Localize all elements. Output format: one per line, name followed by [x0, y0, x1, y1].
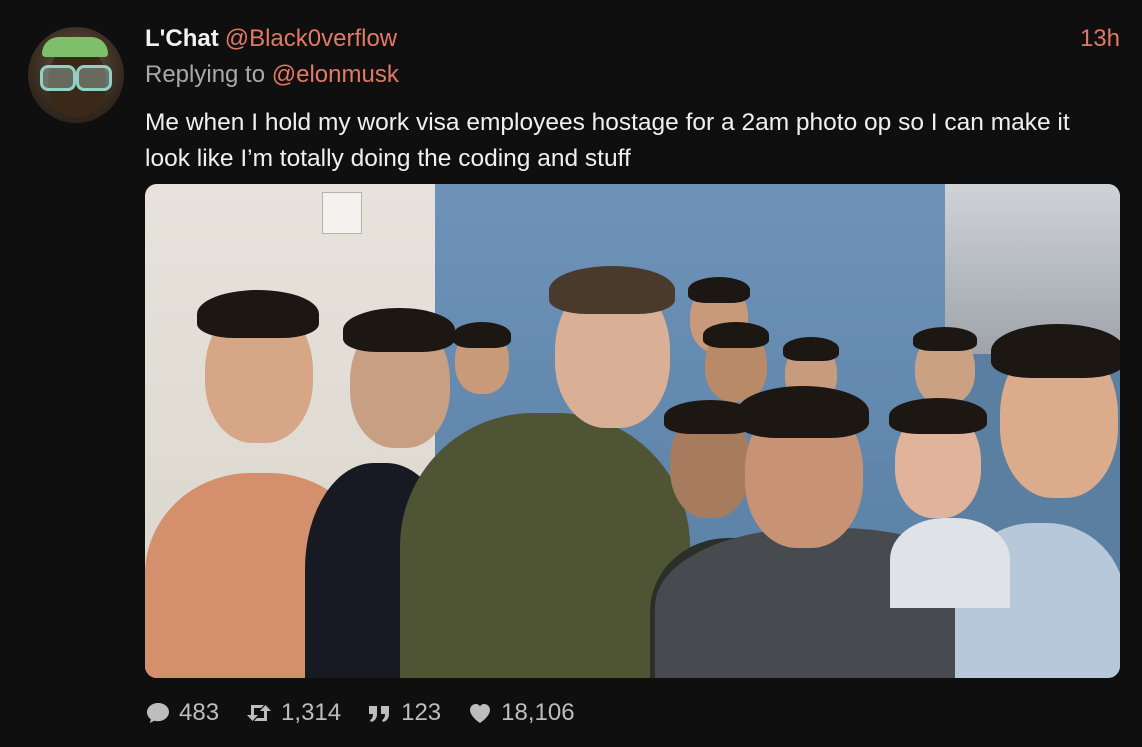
reply-context: Replying to @elonmusk	[145, 60, 399, 90]
post-actions: 483 1,314 123 18,106	[145, 695, 601, 731]
reply-handle-link[interactable]: @elonmusk	[272, 61, 399, 88]
post-body-text: Me when I hold my work visa employees ho…	[145, 109, 1070, 172]
heart-icon	[467, 701, 493, 725]
quote-button[interactable]: 123	[367, 699, 441, 727]
post-card: L'Chat @Black0verflow 13h Replying to @el…	[0, 0, 1142, 747]
post-photo[interactable]	[145, 184, 1120, 678]
quote-count: 123	[401, 699, 442, 726]
author-avatar[interactable]	[28, 27, 124, 123]
like-count: 18,106	[501, 699, 575, 726]
reply-button[interactable]: 483	[145, 699, 219, 727]
photo-crowd	[145, 248, 1120, 678]
repost-button[interactable]: 1,314	[245, 699, 341, 727]
reply-count: 483	[179, 699, 220, 726]
quote-marks-icon	[367, 702, 393, 724]
post-timestamp[interactable]: 13h	[1080, 24, 1120, 54]
author-handle[interactable]: @Black0verflow	[225, 25, 397, 52]
repost-arrows-icon	[245, 701, 273, 725]
repost-count: 1,314	[281, 699, 342, 726]
photo-wall-sign	[322, 192, 362, 234]
avatar-glasses	[40, 65, 112, 91]
author-display-name[interactable]: L'Chat	[145, 25, 219, 52]
reply-prefix: Replying to	[145, 61, 266, 88]
avatar-hat	[42, 37, 108, 57]
like-button[interactable]: 18,106	[467, 699, 575, 727]
speech-bubble-icon	[145, 701, 171, 725]
post-header: L'Chat @Black0verflow	[145, 24, 397, 54]
